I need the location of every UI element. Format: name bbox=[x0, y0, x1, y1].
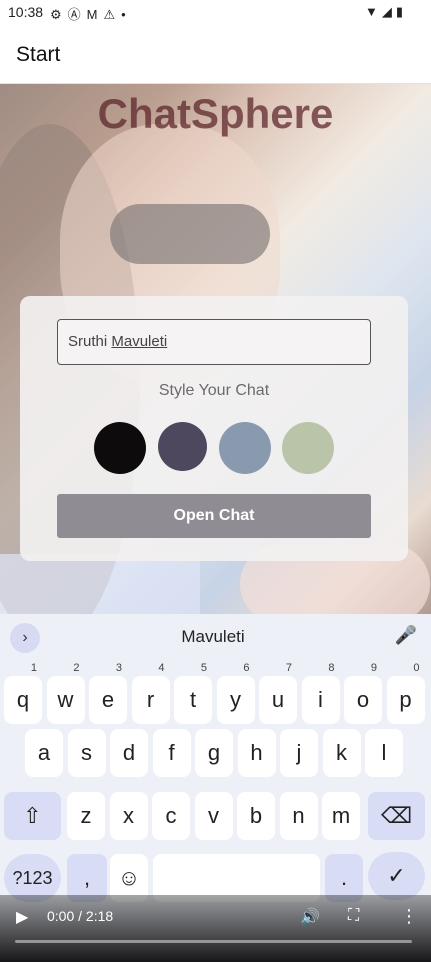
key-p[interactable]: p0 bbox=[386, 662, 425, 724]
volume-icon[interactable]: 🔊 bbox=[300, 907, 320, 927]
suggestion-strip: › Mavuleti 🎤 bbox=[0, 614, 431, 660]
key-u[interactable]: u7 bbox=[259, 662, 297, 724]
key-e[interactable]: e3 bbox=[89, 662, 127, 724]
key-r[interactable]: r4 bbox=[131, 662, 170, 724]
key-a[interactable]: a bbox=[25, 729, 63, 777]
alert-icon: ⚠ bbox=[103, 7, 122, 22]
status-bar: 10:38 ⚙ⒶM⚠• ▼◢▮ bbox=[0, 0, 431, 26]
play-icon[interactable]: ▶ bbox=[16, 907, 28, 927]
signal-icon: ◢ bbox=[381, 4, 396, 19]
name-last: Mavuleti bbox=[111, 333, 168, 350]
key-f[interactable]: f bbox=[152, 729, 191, 777]
gear-icon: ⚙ bbox=[50, 7, 68, 22]
key-l[interactable]: l bbox=[365, 729, 403, 777]
name-input[interactable]: Sruthi Mavuleti bbox=[57, 319, 371, 365]
key-j[interactable]: j bbox=[280, 729, 318, 777]
key-t[interactable]: t5 bbox=[174, 662, 212, 724]
shift-key[interactable]: ⇧ bbox=[4, 792, 61, 840]
swatch-sage[interactable] bbox=[282, 422, 334, 474]
key-h[interactable]: h bbox=[237, 729, 276, 777]
battery-icon: ▮ bbox=[395, 4, 407, 19]
key-z[interactable]: z bbox=[67, 792, 105, 840]
video-progress[interactable] bbox=[15, 940, 412, 943]
notification-icons: ⚙ⒶM⚠• bbox=[50, 4, 132, 23]
system-icons: ▼◢▮ bbox=[365, 4, 407, 20]
key-n[interactable]: n bbox=[279, 792, 318, 840]
enter-key[interactable]: ✓ bbox=[368, 852, 425, 900]
swatch-black[interactable] bbox=[94, 422, 146, 474]
status-time: 10:38 bbox=[8, 4, 44, 20]
app-bar: Start bbox=[0, 26, 431, 84]
a-icon: Ⓐ bbox=[67, 7, 87, 22]
key-hint: 3 bbox=[115, 662, 122, 674]
key-x[interactable]: x bbox=[109, 792, 148, 840]
dot-icon: • bbox=[121, 7, 132, 22]
gmail-icon: M bbox=[86, 7, 104, 22]
key-hint: 9 bbox=[370, 662, 377, 674]
swatch-slate-purple[interactable] bbox=[158, 422, 207, 471]
fullscreen-icon[interactable]: ⛶ bbox=[348, 907, 359, 925]
key-hint: 2 bbox=[73, 662, 80, 674]
key-s[interactable]: s bbox=[67, 729, 106, 777]
key-o[interactable]: o9 bbox=[344, 662, 382, 724]
key-c[interactable]: c bbox=[152, 792, 190, 840]
key-g[interactable]: g bbox=[195, 729, 233, 777]
style-label: Style Your Chat bbox=[158, 382, 270, 399]
key-hint: 7 bbox=[285, 662, 292, 674]
key-k[interactable]: k bbox=[322, 729, 361, 777]
key-b[interactable]: b bbox=[237, 792, 275, 840]
open-chat-button[interactable]: Open Chat bbox=[57, 494, 371, 538]
suggestion-word[interactable]: Mavuleti bbox=[0, 627, 426, 647]
wifi-icon: ▼ bbox=[364, 4, 382, 19]
video-controls: ▶ 0:00 / 2:18 🔊 ⛶ ⋮ bbox=[0, 895, 431, 962]
key-w[interactable]: w2 bbox=[46, 662, 85, 724]
video-time: 0:00 / 2:18 bbox=[47, 908, 114, 924]
key-m[interactable]: m bbox=[322, 792, 360, 840]
mic-icon[interactable]: 🎤 bbox=[395, 625, 417, 646]
key-hint: 0 bbox=[413, 662, 420, 674]
key-hint: 1 bbox=[30, 662, 37, 674]
key-hint: 5 bbox=[200, 662, 207, 674]
key-y[interactable]: y6 bbox=[216, 662, 255, 724]
chat-setup-card: Sruthi Mavuleti Style Your Chat Open Cha… bbox=[20, 296, 408, 561]
name-first: Sruthi bbox=[68, 333, 108, 350]
backspace-key[interactable]: ⌫ bbox=[368, 792, 425, 840]
brand-title: ChatSphere bbox=[97, 90, 334, 137]
key-v[interactable]: v bbox=[194, 792, 233, 840]
key-i[interactable]: i8 bbox=[301, 662, 340, 724]
swatch-steel-blue[interactable] bbox=[219, 422, 271, 474]
key-hint: 4 bbox=[158, 662, 165, 674]
key-hint: 6 bbox=[243, 662, 250, 674]
key-d[interactable]: d bbox=[110, 729, 148, 777]
more-options-icon[interactable]: ⋮ bbox=[400, 906, 418, 927]
key-q[interactable]: q1 bbox=[4, 662, 42, 724]
key-hint: 8 bbox=[328, 662, 335, 674]
page-title: Start bbox=[16, 43, 61, 66]
